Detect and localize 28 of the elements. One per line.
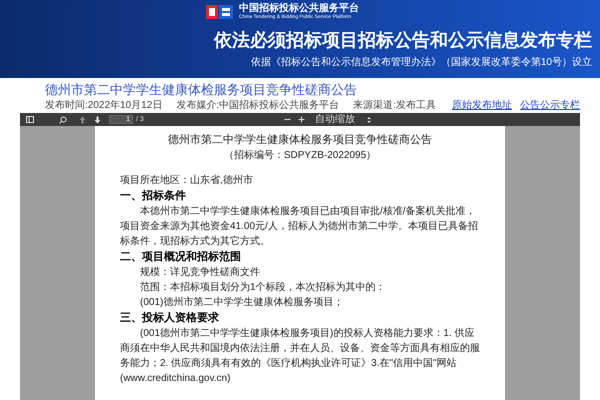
text-line: 规模：详见竞争性磋商文件: [139, 266, 261, 280]
notice-link[interactable]: 公告公示专栏: [520, 99, 580, 112]
paragraph: 本德州市第二中学学生健康体检服务项目已由项目审批/核准/备案机关批准，项目资金来源为其他资金41.00元/人，招标人为德州市第二中学。本项目已具备招标条件，现招标方式为其它方式。: [120, 204, 479, 249]
text-line: 项目所在地区：山东省,德州市: [120, 174, 254, 188]
section-heading: 二、项目概况和招标范围: [120, 250, 242, 265]
caret-icon: [366, 116, 371, 122]
paragraph: (001德州市第二中学学生健康体检服务项目)的投标人资格能力要求：1. 供应商须在中华人民共和国境内依法注册，并在人员、设备、资金等方面具有相应的服务能力；2. 供应商须具有有效的《医疗机构执业许可证》3.在"信用中国"网站(www.creditchina.gov.cn): [120, 326, 480, 386]
meta-text: 发布媒介:中国招标投标公共服务平台: [176, 99, 340, 112]
arrow-up-icon[interactable]: [79, 116, 86, 124]
section-heading: 三、投标人资格要求: [120, 310, 220, 326]
zoom-in-icon[interactable]: [298, 116, 305, 123]
document-code: （招标编号：SDPYZB-2022095）: [222, 148, 378, 163]
zoom-out-icon[interactable]: [284, 116, 291, 123]
notice-title: 德州市第二中学学生健康体检服务项目竞争性磋商公告: [45, 81, 358, 99]
sidebar-toggle-icon[interactable]: [26, 116, 34, 123]
meta-text: 来源渠道:发布工具: [353, 99, 436, 112]
meta-text: 发布时间:2022年10月12日: [45, 99, 162, 112]
section-heading: 一、招标条件: [120, 188, 187, 204]
logo-title: 中国招标投标公共服务平台: [239, 3, 359, 14]
arrow-down-icon[interactable]: [94, 116, 101, 124]
banner-note: 依据《招标公告和公示信息发布管理办法》（国家发展改革委令第10号）设立: [250, 57, 592, 69]
text-line: (001)德州市第二中学学生健康体检服务项目；: [139, 296, 344, 310]
banner-title: 依法必须招标项目招标公告和公示信息发布专栏: [214, 29, 592, 52]
logo-icon: [205, 3, 235, 21]
text-line: 范围：本招标项目划分为1个标段，本次招标为其中的：: [139, 280, 387, 295]
notice-link[interactable]: 原始发布地址: [452, 99, 512, 112]
document-title: 德州市第二中学学生健康体检服务项目竞争性磋商公告: [167, 132, 433, 148]
search-icon[interactable]: [59, 116, 67, 124]
